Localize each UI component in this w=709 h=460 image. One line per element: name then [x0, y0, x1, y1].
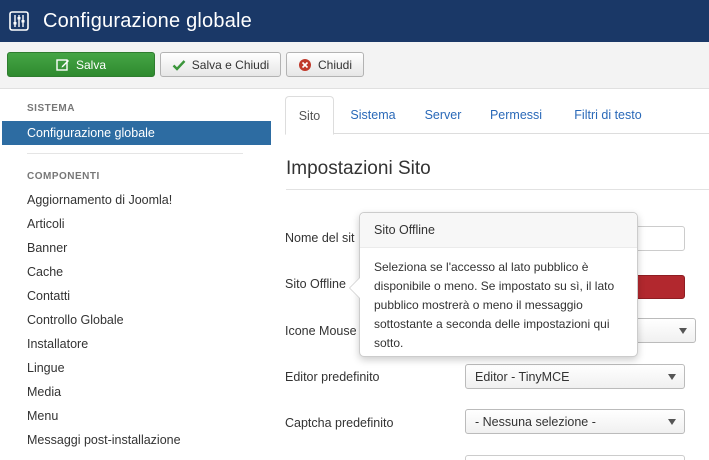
sidebar-item[interactable]: Lingue — [27, 361, 65, 375]
site-name-label: Nome del sit — [285, 231, 355, 245]
sliders-icon — [9, 11, 29, 31]
app-header: Configurazione globale — [0, 0, 709, 42]
default-captcha-label: Captcha predefinito — [285, 416, 394, 430]
tab-permessi[interactable]: Permessi — [481, 96, 551, 134]
popover-title: Sito Offline — [360, 213, 637, 248]
popover-body: Seleziona se l'accesso al lato pubblico … — [374, 260, 615, 350]
sidebar-item[interactable]: Media — [27, 385, 61, 399]
sidebar-item[interactable]: Controllo Globale — [27, 313, 124, 327]
sidebar-item[interactable]: Contatti — [27, 289, 70, 303]
mouse-icons-label: Icone Mouse — [285, 324, 357, 338]
sidebar-divider — [27, 153, 243, 154]
close-circle-icon — [298, 58, 311, 71]
mouse-icons-select[interactable] — [634, 318, 696, 343]
sidebar-heading-system: SISTEMA — [27, 103, 75, 114]
check-icon — [172, 59, 186, 71]
default-editor-select[interactable]: Editor - TinyMCE — [465, 364, 685, 389]
edit-icon — [56, 58, 69, 71]
close-label: Chiudi — [317, 57, 353, 72]
popover-arrow-inner — [350, 278, 360, 298]
chevron-down-icon — [668, 374, 676, 380]
save-close-label: Salva e Chiudi — [191, 57, 270, 72]
tab-server[interactable]: Server — [415, 96, 471, 134]
section-divider — [286, 189, 709, 190]
default-editor-value: Editor - TinyMCE — [475, 369, 570, 384]
default-captcha-select[interactable]: - Nessuna selezione - — [465, 409, 685, 434]
default-captcha-value: - Nessuna selezione - — [475, 414, 596, 429]
section-title: Impostazioni Sito — [286, 158, 431, 179]
save-close-button[interactable]: Salva e Chiudi — [160, 52, 281, 77]
site-offline-label: Sito Offline — [285, 277, 346, 291]
site-offline-popover: Sito Offline Seleziona se l'accesso al l… — [349, 212, 638, 357]
tab-bar: Sito Sistema Server Permessi Filtri di t… — [285, 96, 709, 135]
save-button[interactable]: Salva — [7, 52, 155, 77]
sidebar-item[interactable]: Messaggi post-installazione — [27, 433, 181, 447]
next-field-input[interactable] — [465, 455, 685, 460]
site-offline-no-toggle[interactable] — [634, 275, 685, 299]
page-title: Configurazione globale — [43, 9, 252, 32]
sidebar-item[interactable]: Installatore — [27, 337, 88, 351]
close-button[interactable]: Chiudi — [286, 52, 364, 77]
sidebar: SISTEMA Configurazione globale COMPONENT… — [0, 89, 272, 460]
tab-filtri-di-testo[interactable]: Filtri di testo — [563, 96, 653, 134]
tab-sito[interactable]: Sito — [285, 96, 334, 135]
sidebar-item[interactable]: Aggiornamento di Joomla! — [27, 193, 172, 207]
sidebar-item[interactable]: Menu — [27, 409, 58, 423]
site-name-input[interactable] — [634, 226, 685, 251]
sidebar-item[interactable]: Banner — [27, 241, 67, 255]
default-editor-label: Editor predefinito — [285, 370, 380, 384]
tab-sistema[interactable]: Sistema — [340, 96, 406, 134]
chevron-down-icon — [679, 328, 687, 334]
toolbar: Salva Salva e Chiudi Chiudi — [0, 42, 709, 89]
chevron-down-icon — [668, 419, 676, 425]
sidebar-item[interactable]: Cache — [27, 265, 63, 279]
sidebar-heading-components: COMPONENTI — [27, 171, 100, 182]
sidebar-item[interactable]: Articoli — [27, 217, 65, 231]
sidebar-item-global-config[interactable]: Configurazione globale — [2, 121, 271, 145]
save-label: Salva — [75, 57, 107, 72]
